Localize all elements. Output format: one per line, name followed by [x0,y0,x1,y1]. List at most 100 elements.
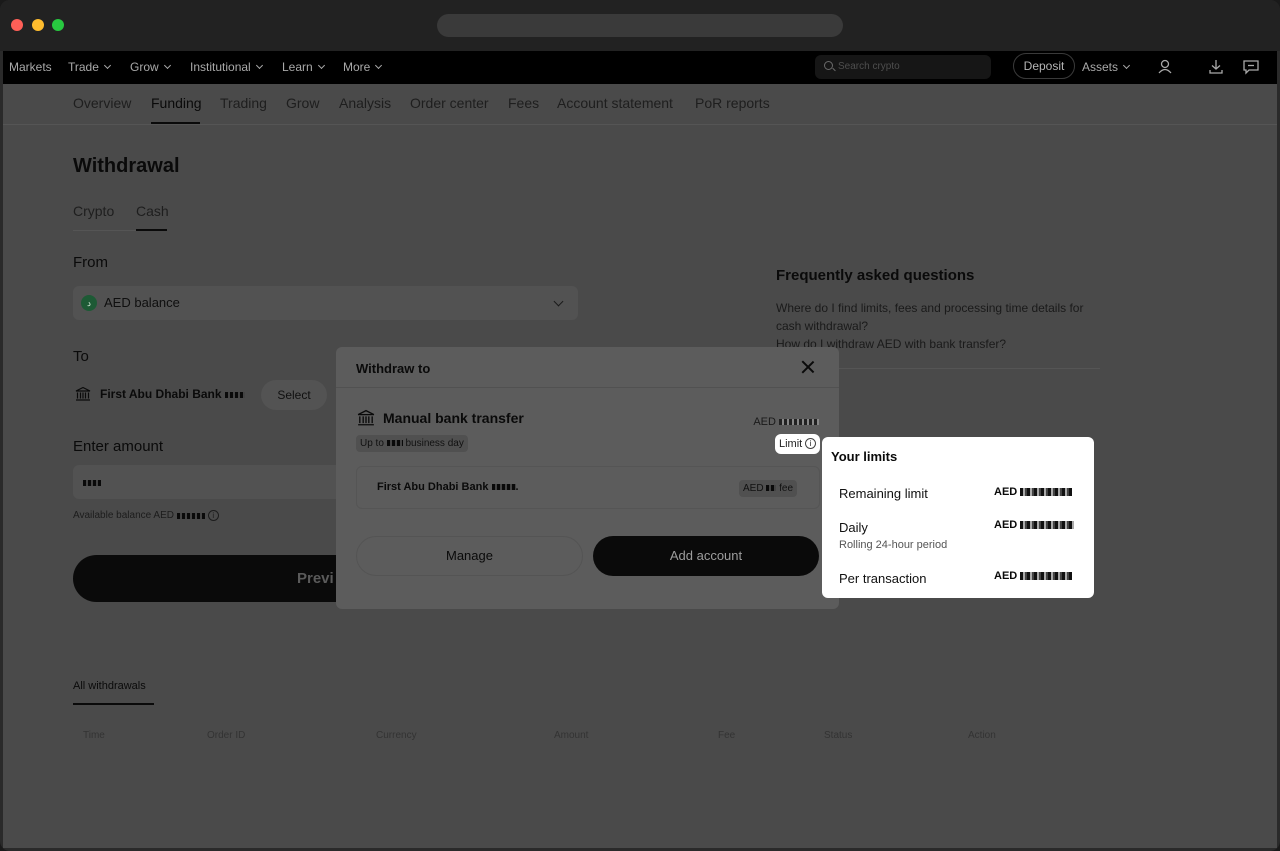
from-label: From [73,254,108,271]
bank-account-option[interactable]: First Abu Dhabi Bank . AED fee [356,466,820,509]
user-icon[interactable] [1154,56,1176,78]
daily-limit-subtitle: Rolling 24-hour period [839,539,948,551]
fee-badge: AED fee [739,480,798,497]
active-tab-indicator [73,703,154,705]
tab-crypto[interactable]: Crypto [73,203,114,219]
limit-label: Limit [779,438,803,450]
add-account-button[interactable]: Add account [593,536,819,576]
zoom-window-button[interactable] [52,19,64,31]
to-bank-name: First Abu Dhabi Bank [100,387,245,401]
select-bank-button[interactable]: Select [261,380,327,410]
tab-cash[interactable]: Cash [136,203,169,219]
withdraw-to-dialog: Withdraw to Manual bank transfer AED Up … [336,347,839,609]
address-bar[interactable] [437,14,843,37]
info-icon[interactable]: i [207,510,219,521]
chevron-down-icon [375,61,383,70]
per-transaction-label: Per transaction [839,571,927,586]
minimize-window-button[interactable] [32,19,44,31]
remaining-limit-currency: AED [994,486,1018,498]
title-bar [0,0,1280,51]
account-name-label: First Abu Dhabi Bank [377,481,489,493]
time-suffix: business day [405,438,464,449]
column-header-amount: Amount [554,730,589,741]
chevron-down-icon [1122,61,1131,70]
account-name: First Abu Dhabi Bank . [377,481,519,493]
masked-amount [779,419,819,426]
tab-funding[interactable]: Funding [151,95,202,111]
tab-trading[interactable]: Trading [220,95,267,111]
remaining-limit-value: AED [994,486,1073,498]
masked-account [491,484,516,491]
masked-balance [176,512,205,519]
nav-assets-label: Assets [1082,60,1119,74]
processing-time-badge: Up to business day [356,435,468,452]
bank-icon [75,386,91,401]
limit-button[interactable]: Limit i [775,434,820,454]
method-title: Manual bank transfer [383,410,524,426]
daily-limit-label: Daily [839,520,868,535]
fee-suffix: fee [779,483,794,494]
masked-limit [1020,488,1073,497]
faq-title: Frequently asked questions [776,267,975,284]
search-placeholder: Search crypto [838,61,900,72]
close-icon[interactable] [800,359,816,375]
nav-trade[interactable]: Trade [68,51,111,84]
top-navigation: Markets Trade Grow Institutional Learn M… [3,51,1277,84]
preview-label: Previ [297,570,334,587]
browser-window: Markets Trade Grow Institutional Learn M… [0,0,1280,851]
column-header-fee: Fee [718,730,736,741]
tab-analysis[interactable]: Analysis [339,95,391,111]
tab-account-statement[interactable]: Account statement [557,95,673,111]
nav-markets-label: Markets [9,60,52,74]
popover-title: Your limits [831,449,898,464]
aed-coin-icon: د [81,295,97,311]
masked-amount [83,479,101,486]
to-label: To [73,348,89,365]
chevron-down-icon [255,61,263,70]
column-header-status: Status [824,730,853,741]
chevron-down-icon [317,61,325,70]
page-title: Withdrawal [73,155,180,177]
column-header-time: Time [83,730,105,741]
from-select[interactable]: د AED balance [73,286,578,320]
deposit-button[interactable]: Deposit [1013,53,1075,79]
daily-limit-value: AED [994,519,1075,531]
masked-account [224,391,245,398]
daily-limit-currency: AED [994,519,1018,531]
nav-grow[interactable]: Grow [130,51,171,84]
method-amount: AED [753,416,819,428]
available-balance: Available balance AED i [73,510,219,521]
nav-grow-label: Grow [130,60,159,74]
tab-all-withdrawals[interactable]: All withdrawals [73,680,146,692]
tab-por-reports[interactable]: PoR reports [695,95,770,111]
manage-button[interactable]: Manage [356,536,583,576]
nav-markets[interactable]: Markets [9,51,52,84]
download-icon[interactable] [1205,56,1227,78]
chevron-down-icon [553,296,564,307]
faq-question[interactable]: Where do I find limits, fees and process… [776,299,1096,335]
search-input[interactable]: Search crypto [815,55,991,79]
nav-more[interactable]: More [343,51,383,84]
tab-order-center[interactable]: Order center [410,95,489,111]
nav-learn[interactable]: Learn [282,51,325,84]
chevron-down-icon [103,61,111,70]
to-bank-label: First Abu Dhabi Bank [100,387,222,401]
amount-label: Enter amount [73,438,164,455]
active-tab-indicator [136,229,167,231]
tab-overview[interactable]: Overview [73,95,131,111]
close-window-button[interactable] [11,19,23,31]
nav-assets[interactable]: Assets [1082,51,1131,84]
nav-institutional[interactable]: Institutional [190,51,263,84]
chat-icon[interactable] [1240,56,1262,78]
divider [3,124,1277,125]
column-header-currency: Currency [376,730,417,741]
tab-grow[interactable]: Grow [286,95,319,111]
tab-fees[interactable]: Fees [508,95,539,111]
dialog-title: Withdraw to [356,361,431,376]
search-icon [824,61,833,70]
column-header-order-id: Order ID [207,730,246,741]
bank-icon [357,409,375,426]
from-value: AED balance [104,295,180,310]
fee-currency: AED [743,483,764,494]
nav-trade-label: Trade [68,60,99,74]
